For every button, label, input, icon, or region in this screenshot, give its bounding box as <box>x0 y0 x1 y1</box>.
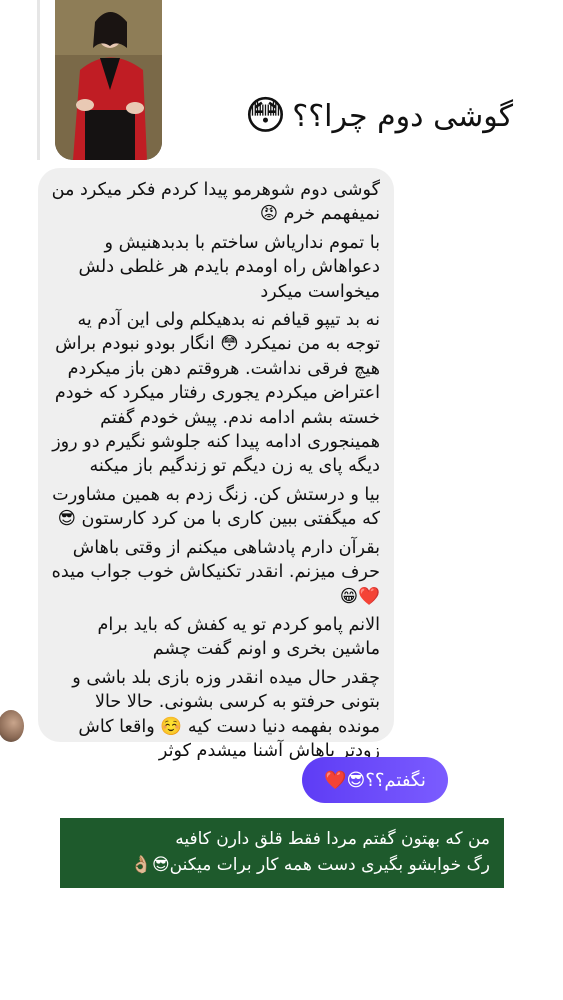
banner-line-1: من که بهتون گفتم مردا فقط قلق دارن کافیه <box>175 829 490 849</box>
message-paragraph: الانم پامو کردم تو یه کفش که باید برام م… <box>97 614 380 660</box>
message-paragraph: گوشی دوم شوهرمو پیدا کردم فکر میکرد من ن… <box>51 180 380 225</box>
story-reply-text: گوشی دوم چرا؟؟ 😳 <box>245 96 513 136</box>
incoming-message-bubble[interactable]: گوشی دوم شوهرمو پیدا کردم فکر میکرد من ن… <box>38 168 394 761</box>
story-reply-line <box>37 0 40 160</box>
flushed-face-icon: 😳 <box>244 93 287 139</box>
outgoing-message-text: نگفتم؟؟😎❤️ <box>324 769 426 791</box>
story-reply-label: گوشی دوم چرا؟؟ <box>292 98 513 134</box>
caption-banner: من که بهتون گفتم مردا فقط قلق دارن کافیه… <box>60 818 504 888</box>
story-thumbnail[interactable] <box>55 0 162 160</box>
story-photo-graphic <box>55 0 162 160</box>
message-paragraph: چقدر حال میده انقدر وزه بازی بلد باشی و … <box>72 667 380 761</box>
message-paragraph: با تموم نداریاش ساختم با بدبدهنیش و دعوا… <box>78 232 380 302</box>
sender-avatar[interactable] <box>0 710 24 742</box>
message-paragraph: نه بد تیپو قیافم نه بدهیکلم ولی این آدم … <box>52 310 380 477</box>
outgoing-message-bubble[interactable]: نگفتم؟؟😎❤️ <box>302 757 448 803</box>
message-paragraph: بیا و درستش کن. زنگ زدم به همین مشاورت ک… <box>52 484 380 530</box>
message-paragraph: بقرآن دارم پادشاهی میکنم از وقتی باهاش ح… <box>51 537 380 607</box>
banner-line-2: رگ خوابشو بگیری دست همه کار برات میکنن😎👌… <box>130 855 490 875</box>
